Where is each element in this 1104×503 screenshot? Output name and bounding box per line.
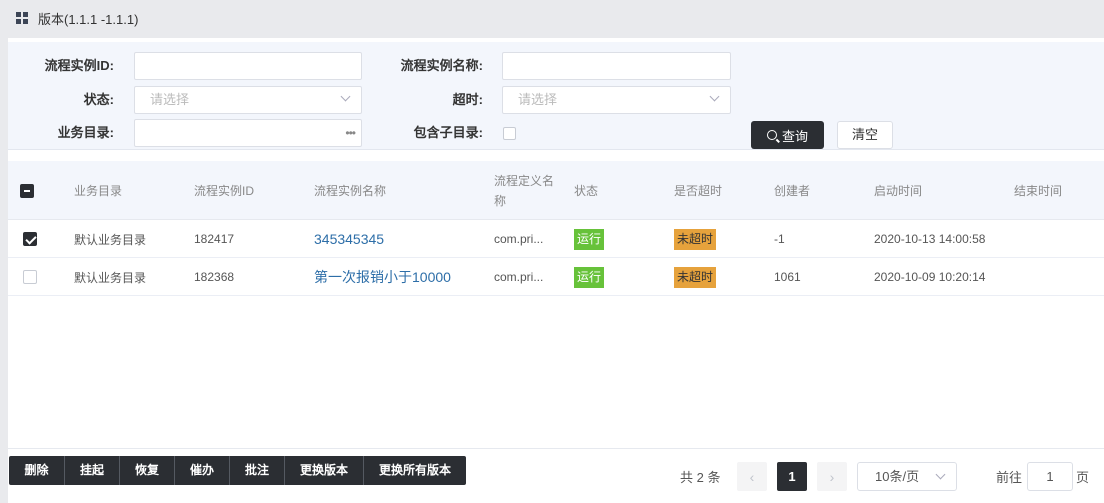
status-select[interactable]: 请选择 [134, 86, 362, 114]
instance-name-input[interactable] [502, 52, 731, 80]
row-instance-id: 182417 [194, 232, 235, 246]
search-icon [766, 130, 777, 140]
timeout-placeholder: 请选择 [518, 92, 558, 107]
page-1-button[interactable]: 1 [777, 462, 807, 491]
status-label: 状态: [83, 92, 114, 107]
chevron-down-icon [709, 91, 720, 102]
row-catalog: 默认业务目录 [74, 232, 147, 247]
status-badge: 运行 [574, 228, 605, 250]
select-all-checkbox[interactable] [20, 183, 34, 198]
status-placeholder: 请选择 [150, 92, 190, 107]
table-row[interactable]: 默认业务目录 182368 第一次报销小于10000 com.pri... 运行… [8, 258, 1104, 296]
resume-button[interactable]: 恢复 [120, 456, 175, 485]
delete-button[interactable]: 删除 [9, 456, 65, 485]
pagination-total: 共 2 条 [680, 470, 721, 485]
query-label: 查询 [781, 128, 808, 144]
timeout-badge: 未超时 [674, 266, 717, 288]
next-page-button[interactable]: › [817, 462, 847, 491]
urge-button[interactable]: 催办 [175, 456, 230, 485]
timeout-label: 超时: [452, 92, 483, 107]
col-catalog[interactable]: 业务目录 [74, 161, 122, 220]
status-badge: 运行 [574, 266, 605, 288]
chevron-down-icon [340, 91, 351, 102]
page-suffix: 页 [1076, 470, 1090, 485]
main-panel: 流程实例ID: 流程实例名称: 状态: 请选择 超时: 请选择 业务目录: ••… [8, 38, 1104, 503]
row-timeout-cell: 未超时 [674, 258, 717, 296]
goto-page-input[interactable]: 1 [1027, 462, 1073, 491]
instance-name-label: 流程实例名称: [400, 58, 483, 73]
more-icon[interactable]: ••• [345, 120, 356, 146]
table-header: 业务目录 流程实例ID 流程实例名称 流程定义名称 状态 是否超时 创建者 启动… [8, 161, 1104, 220]
select-all-cell [20, 161, 34, 220]
change-version-button[interactable]: 更换版本 [285, 456, 364, 485]
row-select-cell [23, 258, 37, 296]
col-start-time[interactable]: 启动时间 [874, 161, 922, 220]
col-creator[interactable]: 创建者 [774, 161, 810, 220]
include-sub-checkbox[interactable] [503, 127, 516, 140]
row-definition-name: com.pri... [494, 270, 544, 284]
catalog-label: 业务目录: [57, 125, 114, 140]
page-size-select[interactable]: 10条/页 [857, 462, 957, 491]
window-titlebar: 版本(1.1.1 -1.1.1) [0, 0, 1104, 36]
row-select-cell [23, 220, 37, 258]
col-status[interactable]: 状态 [574, 161, 598, 220]
row-catalog: 默认业务目录 [74, 270, 147, 285]
row-instance-name-link[interactable]: 第一次报销小于10000 [314, 258, 451, 296]
col-instance-id[interactable]: 流程实例ID [194, 161, 254, 220]
suspend-button[interactable]: 挂起 [65, 456, 120, 485]
instance-id-label: 流程实例ID: [44, 58, 114, 73]
instance-table: 业务目录 流程实例ID 流程实例名称 流程定义名称 状态 是否超时 创建者 启动… [8, 161, 1104, 296]
grid-icon [16, 12, 28, 24]
row-definition-name: com.pri... [494, 232, 544, 246]
row-instance-name-link[interactable]: 345345345 [314, 220, 384, 258]
row-checkbox[interactable] [23, 232, 37, 246]
col-definition-name[interactable]: 流程定义名称 [494, 161, 560, 220]
row-start-time: 2020-10-13 14:00:58 [874, 232, 986, 246]
instance-id-input[interactable] [134, 52, 362, 80]
clear-button[interactable]: 清空 [837, 121, 893, 149]
goto-label: 前往 [996, 470, 1023, 485]
table-footer: 删除 挂起 恢复 催办 批注 更换版本 更换所有版本 共 2 条 ‹ 1 › 1… [8, 448, 1104, 503]
change-all-versions-button[interactable]: 更换所有版本 [364, 456, 466, 485]
row-start-time: 2020-10-09 10:20:14 [874, 270, 986, 284]
row-timeout-cell: 未超时 [674, 220, 717, 258]
table-row[interactable]: 默认业务目录 182417 345345345 com.pri... 运行 未超… [8, 220, 1104, 258]
include-sub-label: 包含子目录: [413, 125, 483, 140]
col-end-time[interactable]: 结束时间 [1014, 161, 1062, 220]
page-size-value: 10条/页 [875, 469, 920, 484]
prev-page-button[interactable]: ‹ [737, 462, 767, 491]
timeout-badge: 未超时 [674, 228, 717, 250]
annotate-button[interactable]: 批注 [230, 456, 285, 485]
row-checkbox[interactable] [23, 270, 37, 284]
filter-form: 流程实例ID: 流程实例名称: 状态: 请选择 超时: 请选择 业务目录: ••… [8, 42, 1104, 150]
window-title: 版本(1.1.1 -1.1.1) [38, 11, 139, 27]
col-instance-name[interactable]: 流程实例名称 [314, 161, 386, 220]
query-button[interactable]: 查询 [751, 121, 824, 149]
col-timeout[interactable]: 是否超时 [674, 161, 722, 220]
catalog-input[interactable]: ••• [134, 119, 362, 147]
row-creator: 1061 [774, 270, 801, 284]
row-status-cell: 运行 [574, 258, 605, 296]
chevron-down-icon [935, 469, 946, 480]
timeout-select[interactable]: 请选择 [502, 86, 731, 114]
row-status-cell: 运行 [574, 220, 605, 258]
row-creator: -1 [774, 232, 785, 246]
action-toolbar: 删除 挂起 恢复 催办 批注 更换版本 更换所有版本 [9, 456, 466, 485]
row-instance-id: 182368 [194, 270, 235, 284]
